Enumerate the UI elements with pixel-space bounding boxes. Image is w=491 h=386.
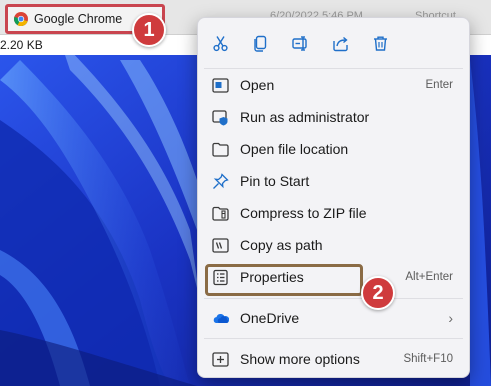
folder-icon [212, 141, 229, 158]
cut-icon [212, 35, 228, 51]
menu-item-label: Open [240, 77, 275, 93]
menu-item-label: Compress to ZIP file [240, 205, 367, 221]
copy-icon [253, 35, 266, 52]
copy-button[interactable] [245, 28, 275, 58]
menu-item-label: Show more options [240, 351, 360, 367]
share-icon [332, 36, 348, 51]
zip-icon [212, 205, 229, 222]
open-icon [212, 77, 229, 94]
copy-path-icon [212, 237, 229, 254]
step-badge-2: 2 [361, 276, 395, 310]
chrome-logo-icon [14, 12, 28, 26]
shield-icon [212, 109, 229, 126]
onedrive-icon [212, 310, 229, 327]
menu-item-shortcut: Shift+F10 [403, 353, 453, 365]
more-options-icon [212, 351, 229, 368]
step-badge-1: 1 [132, 13, 166, 47]
quick-actions-bar [198, 28, 469, 58]
menu-item-pin-to-start[interactable]: Pin to Start [202, 166, 465, 196]
menu-item-compress-to-zip[interactable]: Compress to ZIP file [202, 198, 465, 228]
menu-item-label: Open file location [240, 141, 349, 157]
menu-item-label: Copy as path [240, 237, 323, 253]
menu-item-copy-as-path[interactable]: Copy as path [202, 230, 465, 260]
chrome-shortcut-label: Google Chrome [34, 12, 123, 26]
menu-item-shortcut: Alt+Enter [405, 271, 453, 283]
menu-item-run-as-administrator[interactable]: Run as administrator [202, 102, 465, 132]
menu-item-show-more-options[interactable]: Show more options Shift+F10 [202, 344, 465, 374]
share-button[interactable] [325, 28, 355, 58]
menu-item-onedrive[interactable]: OneDrive › [202, 303, 465, 333]
menu-item-shortcut: Enter [425, 79, 454, 91]
context-menu: Open Enter Run as administrator Open fil… [197, 17, 470, 378]
menu-separator [204, 298, 463, 299]
menu-separator [204, 68, 463, 69]
rename-icon [291, 35, 307, 51]
chevron-right-icon: › [448, 310, 453, 326]
menu-separator [204, 338, 463, 339]
menu-item-label: OneDrive [240, 310, 300, 326]
menu-item-label: Pin to Start [240, 173, 310, 189]
properties-highlight-outline [205, 264, 363, 296]
menu-item-open[interactable]: Open Enter [202, 70, 465, 100]
delete-icon [373, 36, 387, 51]
file-size: 2.20 KB [0, 38, 43, 52]
menu-item-open-file-location[interactable]: Open file location [202, 134, 465, 164]
rename-button[interactable] [285, 28, 315, 58]
delete-button[interactable] [365, 28, 395, 58]
menu-item-label: Run as administrator [240, 109, 370, 125]
cut-button[interactable] [205, 28, 235, 58]
pin-icon [212, 173, 229, 190]
